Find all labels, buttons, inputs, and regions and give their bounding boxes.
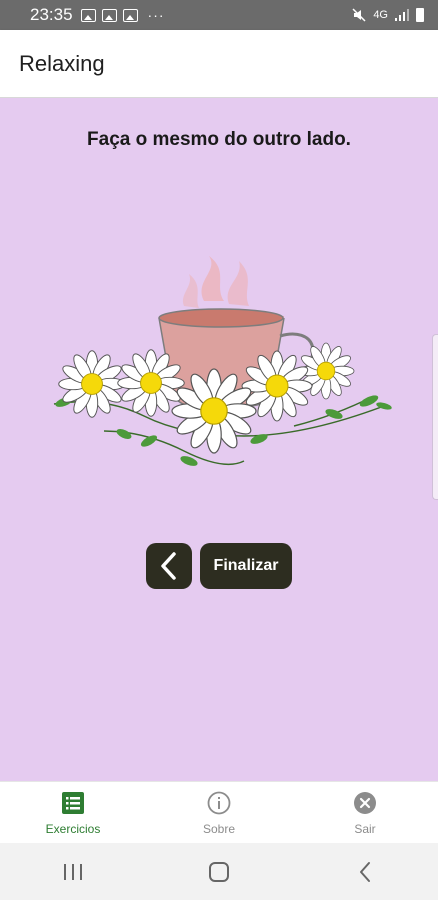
nav-label-sair: Sair <box>354 822 376 836</box>
image-notification-icon <box>80 8 96 22</box>
system-back-button[interactable] <box>335 852 395 892</box>
nav-item-sobre[interactable]: Sobre <box>146 782 292 843</box>
exercise-actions: Finalizar <box>0 543 438 589</box>
close-icon <box>352 790 378 816</box>
exercise-instruction: Faça o mesmo do outro lado. <box>87 129 351 150</box>
finish-button[interactable]: Finalizar <box>199 543 293 589</box>
nav-label-exercicios: Exercicios <box>45 822 101 836</box>
app-bar: Relaxing <box>0 30 438 98</box>
network-type-label: 4G <box>373 9 388 21</box>
nav-item-exercicios[interactable]: Exercicios <box>0 782 146 843</box>
nav-label-sobre: Sobre <box>202 822 236 836</box>
home-icon <box>209 861 229 882</box>
mute-icon <box>352 8 366 22</box>
more-notifications-icon: ··· <box>147 7 165 23</box>
side-drawer-handle[interactable] <box>432 334 438 500</box>
system-navigation-bar <box>0 843 438 900</box>
signal-icon <box>395 9 409 21</box>
info-icon <box>206 790 232 816</box>
home-button[interactable] <box>189 852 249 892</box>
bottom-navigation: Exercicios Sobre Sair <box>0 781 438 843</box>
gallery-notification-icon <box>101 8 117 22</box>
system-status-icons: 4G <box>352 8 424 22</box>
nav-item-sair[interactable]: Sair <box>292 782 438 843</box>
notification-icons <box>80 8 138 22</box>
back-arrow-icon <box>360 861 370 882</box>
chevron-left-icon <box>160 552 176 580</box>
list-icon <box>60 790 86 816</box>
status-time: 23:35 <box>30 5 73 24</box>
back-button[interactable] <box>145 543 192 589</box>
recent-apps-button[interactable] <box>43 852 103 892</box>
battery-icon <box>416 8 424 22</box>
app-title: Relaxing <box>19 50 105 76</box>
recent-apps-icon <box>64 863 82 880</box>
gallery-notification-icon <box>122 8 138 22</box>
status-bar: 23:35 ··· 4G <box>0 0 438 30</box>
exercise-screen: Faça o mesmo do outro lado. Finalizar <box>0 98 438 781</box>
chamomile-tea-illustration <box>53 256 392 466</box>
